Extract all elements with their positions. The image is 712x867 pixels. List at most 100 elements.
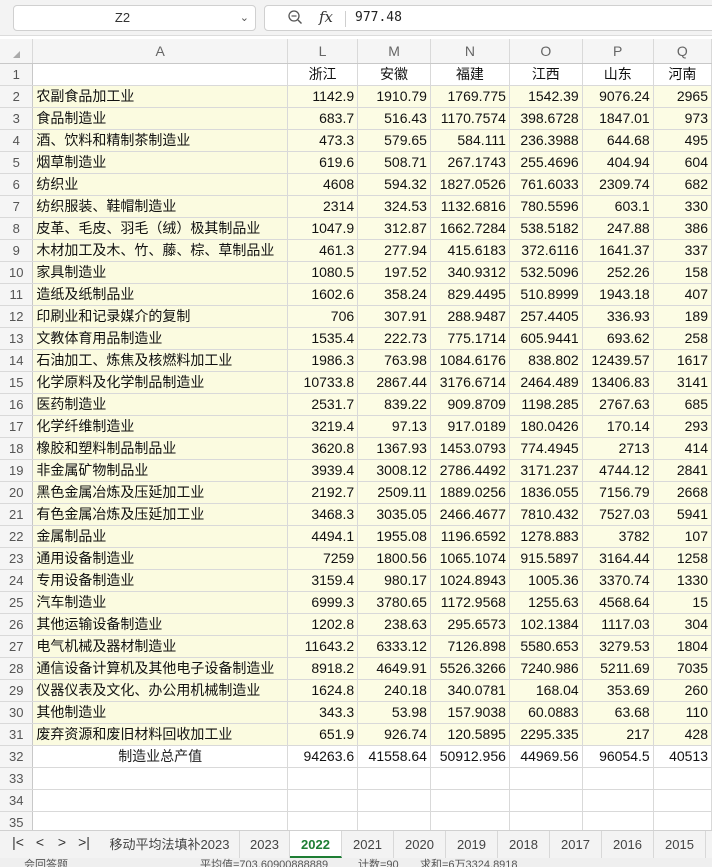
row-header[interactable]: 16 [0, 393, 34, 416]
value-cell[interactable]: 516.43 [357, 107, 431, 130]
value-cell[interactable]: 1278.883 [509, 525, 583, 548]
value-cell[interactable]: 158 [653, 261, 712, 284]
industry-name-cell[interactable]: 印刷业和记录媒介的复制 [32, 305, 288, 328]
value-cell[interactable]: 240.18 [357, 679, 431, 702]
value-cell[interactable]: 197.52 [357, 261, 431, 284]
value-cell[interactable]: 7527.03 [582, 503, 654, 526]
formula-input-area[interactable]: fx 977.48 [264, 5, 712, 31]
value-cell[interactable]: 780.5596 [509, 195, 583, 218]
column-header-m[interactable]: M [357, 39, 431, 64]
total-value-cell[interactable]: 40513 [653, 745, 712, 768]
value-cell[interactable]: 508.71 [357, 151, 431, 174]
value-cell[interactable]: 353.69 [582, 679, 654, 702]
cell[interactable] [287, 767, 359, 790]
value-cell[interactable]: 1800.56 [357, 547, 431, 570]
industry-name-cell[interactable]: 造纸及纸制品业 [32, 283, 288, 306]
status-mode[interactable]: 会回答题 [24, 858, 68, 867]
column-header-p[interactable]: P [582, 39, 654, 64]
value-cell[interactable]: 2192.7 [287, 481, 359, 504]
industry-name-cell[interactable]: 农副食品加工业 [32, 85, 288, 108]
value-cell[interactable]: 682 [653, 173, 712, 196]
industry-name-cell[interactable]: 其他制造业 [32, 701, 288, 724]
value-cell[interactable]: 7156.79 [582, 481, 654, 504]
value-cell[interactable]: 584.111 [430, 129, 510, 152]
row-header[interactable]: 1 [0, 63, 34, 86]
value-cell[interactable]: 102.1384 [509, 613, 583, 636]
value-cell[interactable]: 1827.0526 [430, 173, 510, 196]
value-cell[interactable]: 5526.3266 [430, 657, 510, 680]
value-cell[interactable]: 295.6573 [430, 613, 510, 636]
value-cell[interactable]: 3159.4 [287, 569, 359, 592]
cell[interactable] [32, 767, 288, 790]
value-cell[interactable]: 170.14 [582, 415, 654, 438]
value-cell[interactable]: 2713 [582, 437, 654, 460]
value-cell[interactable]: 2867.44 [357, 371, 431, 394]
row-header[interactable]: 26 [0, 613, 34, 636]
industry-name-cell[interactable]: 非金属矿物制品业 [32, 459, 288, 482]
value-cell[interactable]: 180.0426 [509, 415, 583, 438]
value-cell[interactable]: 775.1714 [430, 327, 510, 350]
value-cell[interactable]: 838.802 [509, 349, 583, 372]
row-header[interactable]: 4 [0, 129, 34, 152]
row-header[interactable]: 28 [0, 657, 34, 680]
value-cell[interactable]: 2786.4492 [430, 459, 510, 482]
value-cell[interactable]: 404.94 [582, 151, 654, 174]
row-header[interactable]: 10 [0, 261, 34, 284]
value-cell[interactable]: 1084.6176 [430, 349, 510, 372]
value-cell[interactable]: 8918.2 [287, 657, 359, 680]
value-cell[interactable]: 1047.9 [287, 217, 359, 240]
industry-name-cell[interactable]: 废弃资源和废旧材料回收加工业 [32, 723, 288, 746]
industry-name-cell[interactable]: 家具制造业 [32, 261, 288, 284]
value-cell[interactable]: 252.26 [582, 261, 654, 284]
value-cell[interactable]: 5580.653 [509, 635, 583, 658]
value-cell[interactable]: 1330 [653, 569, 712, 592]
row-header[interactable]: 5 [0, 151, 34, 174]
value-cell[interactable]: 7810.432 [509, 503, 583, 526]
value-cell[interactable]: 236.3988 [509, 129, 583, 152]
industry-name-cell[interactable]: 通用设备制造业 [32, 547, 288, 570]
row-header[interactable]: 17 [0, 415, 34, 438]
value-cell[interactable]: 415.6183 [430, 239, 510, 262]
value-cell[interactable]: 510.8999 [509, 283, 583, 306]
value-cell[interactable]: 1255.63 [509, 591, 583, 614]
value-cell[interactable]: 1769.775 [430, 85, 510, 108]
value-cell[interactable]: 307.91 [357, 305, 431, 328]
sheet-tab[interactable]: 2020 [394, 831, 446, 858]
industry-name-cell[interactable]: 化学纤维制造业 [32, 415, 288, 438]
value-cell[interactable]: 1258 [653, 547, 712, 570]
cell[interactable] [357, 767, 431, 790]
row-header[interactable]: 11 [0, 283, 34, 306]
value-cell[interactable]: 277.94 [357, 239, 431, 262]
row-header[interactable]: 27 [0, 635, 34, 658]
value-cell[interactable]: 3620.8 [287, 437, 359, 460]
industry-name-cell[interactable]: 纺织业 [32, 173, 288, 196]
value-cell[interactable]: 1910.79 [357, 85, 431, 108]
cell[interactable] [32, 789, 288, 812]
total-value-cell[interactable]: 44969.56 [509, 745, 583, 768]
value-cell[interactable]: 909.8709 [430, 393, 510, 416]
province-header-cell[interactable]: 河南 [653, 63, 712, 86]
value-cell[interactable]: 839.22 [357, 393, 431, 416]
value-cell[interactable]: 398.6728 [509, 107, 583, 130]
value-cell[interactable]: 532.5096 [509, 261, 583, 284]
value-cell[interactable]: 829.4495 [430, 283, 510, 306]
row-header[interactable]: 9 [0, 239, 34, 262]
value-cell[interactable]: 372.6116 [509, 239, 583, 262]
sheet-tab[interactable]: 移动平均法填补2023 [100, 831, 240, 858]
value-cell[interactable]: 97.13 [357, 415, 431, 438]
total-label-cell[interactable]: 制造业总产值 [32, 745, 288, 768]
value-cell[interactable]: 2668 [653, 481, 712, 504]
row-header[interactable]: 23 [0, 547, 34, 570]
value-cell[interactable]: 3939.4 [287, 459, 359, 482]
value-cell[interactable]: 605.9441 [509, 327, 583, 350]
value-cell[interactable]: 2531.7 [287, 393, 359, 416]
value-cell[interactable]: 336.93 [582, 305, 654, 328]
value-cell[interactable]: 3176.6714 [430, 371, 510, 394]
value-cell[interactable]: 538.5182 [509, 217, 583, 240]
value-cell[interactable]: 107 [653, 525, 712, 548]
spreadsheet-grid[interactable]: A L M N O P Q 1 浙江 安徽 福建 江西 山东 河南 2 农副食品加… [0, 39, 712, 856]
value-cell[interactable]: 60.0883 [509, 701, 583, 724]
value-cell[interactable]: 774.4945 [509, 437, 583, 460]
value-cell[interactable]: 222.73 [357, 327, 431, 350]
value-cell[interactable]: 1943.18 [582, 283, 654, 306]
